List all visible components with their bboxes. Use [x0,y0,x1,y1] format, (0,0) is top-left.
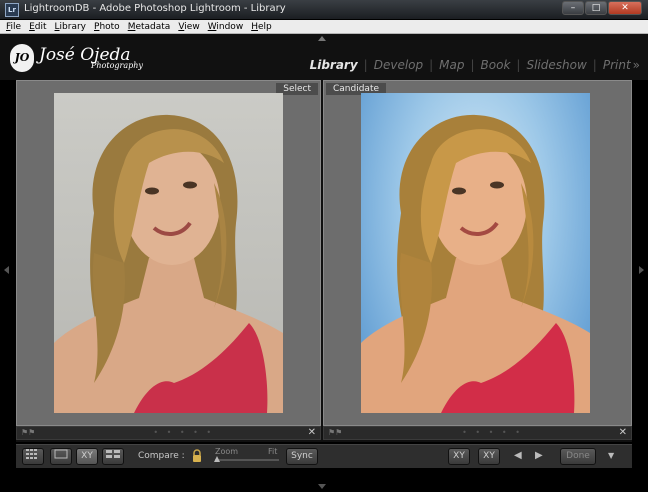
candidate-pane[interactable]: Candidate [323,80,632,426]
menu-library[interactable]: Library [55,22,86,32]
left-panel-toggle-icon[interactable] [4,266,9,274]
module-develop[interactable]: Develop [374,58,423,72]
module-divider: | [592,58,597,72]
zoom-label: Zoom [215,447,239,456]
module-library[interactable]: Library [310,58,358,72]
fit-label: Fit [268,447,278,456]
done-button[interactable]: Done [560,448,596,465]
module-divider: | [429,58,434,72]
menu-metadata[interactable]: Metadata [128,22,171,32]
module-map[interactable]: Map [439,58,464,72]
close-select-icon[interactable]: ✕ [308,427,316,438]
menu-file[interactable]: File [6,22,21,32]
top-panel: JO José Ojeda Photography Library | Deve… [0,34,648,80]
select-photo[interactable] [54,93,283,413]
flag-icon[interactable]: ⚑⚑ [21,428,35,437]
close-candidate-icon[interactable]: ✕ [619,427,627,438]
menu-bar: File Edit Library Photo Metadata View Wi… [0,20,648,34]
portrait-image [54,114,283,413]
module-divider: | [363,58,368,72]
compare-label: Compare : [138,451,185,461]
zoom-slider[interactable] [215,459,279,461]
module-book[interactable]: Book [481,58,511,72]
rating-dots[interactable]: • • • • • [153,428,214,437]
menu-photo[interactable]: Photo [94,22,120,32]
grid-view-icon [26,449,37,459]
module-print[interactable]: Print [603,58,631,72]
previous-icon[interactable]: ◀ [514,450,522,461]
lightroom-app-icon: Lr [5,3,19,17]
sync-button[interactable]: Sync [286,448,318,465]
swap-button[interactable]: XY [448,448,470,465]
module-picker: Library | Develop | Map | Book | Slidesh… [310,58,640,72]
survey-view-icon [106,450,120,458]
close-button[interactable]: ✕ [608,1,642,15]
maximize-button[interactable]: □ [585,1,607,15]
menu-help[interactable]: Help [251,22,272,32]
survey-view-button[interactable] [102,448,124,465]
right-panel-toggle-icon[interactable] [639,266,644,274]
more-modules-icon[interactable]: » [633,58,640,72]
flag-icon[interactable]: ⚑⚑ [328,428,342,437]
top-panel-toggle-icon[interactable] [318,36,326,41]
select-pane[interactable]: Select [16,80,321,426]
loupe-view-button[interactable] [50,448,72,465]
loupe-view-icon [54,449,68,459]
rating-dots[interactable]: • • • • • [462,428,523,437]
menu-edit[interactable]: Edit [29,22,46,32]
grid-view-button[interactable] [22,448,44,465]
candidate-photo[interactable] [361,93,590,413]
minimize-button[interactable]: – [562,1,584,15]
window-title: LightroomDB - Adobe Photoshop Lightroom … [24,3,286,14]
select-info-bar: ⚑⚑ • • • • • ✕ [16,426,321,440]
module-slideshow[interactable]: Slideshow [526,58,586,72]
toolbar-menu-icon[interactable]: ▼ [608,451,614,460]
compare-view-button[interactable]: XY [76,448,98,465]
lock-icon[interactable] [192,449,202,463]
module-divider: | [470,58,475,72]
window-titlebar: Lr LightroomDB - Adobe Photoshop Lightro… [0,0,648,20]
zoom-slider-thumb[interactable] [214,456,220,462]
next-icon[interactable]: ▶ [535,450,543,461]
window-controls: – □ ✕ [562,1,642,15]
bottom-toolbar: XY Compare : Zoom Fit Sync XY XY ◀ ▶ Don… [16,444,632,468]
compare-view: Select Candidate ⚑⚑ • • • • • ✕ ⚑⚑ • • •… [16,80,632,442]
identity-plate-text: José Ojeda Photography [39,46,143,70]
make-select-button[interactable]: XY [478,448,500,465]
candidate-info-bar: ⚑⚑ • • • • • ✕ [323,426,632,440]
identity-plate-sub: Photography [91,61,143,70]
bottom-panel-toggle-icon[interactable] [318,484,326,489]
menu-window[interactable]: Window [208,22,244,32]
module-divider: | [516,58,521,72]
menu-view[interactable]: View [178,22,199,32]
portrait-image [361,114,590,413]
identity-plate-badge: JO [10,44,34,72]
identity-plate: JO José Ojeda Photography [10,44,143,72]
